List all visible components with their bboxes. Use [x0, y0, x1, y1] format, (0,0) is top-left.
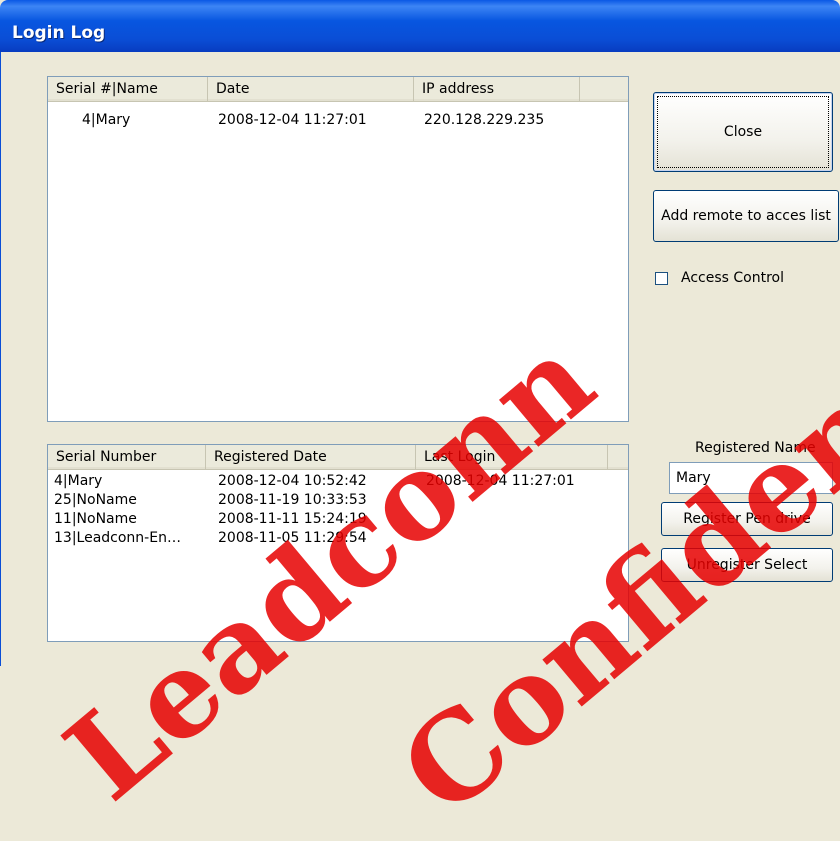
column-header-empty: [608, 445, 628, 469]
registered-name-input[interactable]: Mary: [669, 462, 833, 494]
table-row[interactable]: 4|Mary 2008-12-04 10:52:42 2008-12-04 11…: [48, 472, 628, 491]
registered-drives-list[interactable]: Serial Number Registered Date Last Login…: [47, 444, 629, 642]
cell-serial-name: 4|Mary: [82, 112, 131, 128]
column-header-serial-number[interactable]: Serial Number: [48, 445, 206, 469]
cell-registered-date: 2008-12-04 10:52:42: [218, 473, 367, 489]
add-remote-button-label: Add remote to acces list: [661, 208, 831, 224]
unregister-select-button[interactable]: Unregister Select: [661, 548, 833, 582]
column-header-empty: [580, 77, 628, 101]
cell-registered-date: 2008-11-05 11:29:54: [218, 530, 367, 546]
login-log-list[interactable]: Serial #|Name Date IP address 4|Mary 200…: [47, 76, 629, 422]
dialog-body: Serial #|Name Date IP address 4|Mary 200…: [0, 52, 840, 666]
table-row[interactable]: 11|NoName 2008-11-11 15:24:19: [48, 510, 628, 529]
register-pen-drive-button-label: Register Pen drive: [683, 511, 811, 527]
add-remote-button[interactable]: Add remote to acces list: [653, 190, 839, 242]
access-control-checkbox[interactable]: [655, 272, 668, 285]
cell-registered-date: 2008-11-11 15:24:19: [218, 511, 367, 527]
column-header-last-login[interactable]: Last Login: [416, 445, 608, 469]
cell-last-login: 2008-12-04 11:27:01: [426, 473, 575, 489]
cell-serial: 13|Leadconn-En…: [54, 530, 181, 546]
cell-registered-date: 2008-11-19 10:33:53: [218, 492, 367, 508]
cell-date: 2008-12-04 11:27:01: [218, 112, 367, 128]
table-row[interactable]: 25|NoName 2008-11-19 10:33:53: [48, 491, 628, 510]
column-header-registered-date[interactable]: Registered Date: [206, 445, 416, 469]
column-header-serial-name[interactable]: Serial #|Name: [48, 77, 208, 101]
login-log-header: Serial #|Name Date IP address: [48, 77, 628, 102]
registered-name-label: Registered Name: [695, 440, 816, 456]
cell-ip-address: 220.128.229.235: [424, 112, 545, 128]
column-header-date[interactable]: Date: [208, 77, 414, 101]
table-row[interactable]: 13|Leadconn-En… 2008-11-05 11:29:54: [48, 529, 628, 548]
cell-serial: 11|NoName: [54, 511, 137, 527]
window-title: Login Log: [12, 23, 106, 43]
register-pen-drive-button[interactable]: Register Pen drive: [661, 502, 833, 536]
title-bar[interactable]: Login Log: [0, 0, 840, 52]
access-control-label[interactable]: Access Control: [681, 270, 784, 286]
cell-serial: 4|Mary: [54, 473, 103, 489]
table-row[interactable]: 4|Mary 2008-12-04 11:27:01 220.128.229.2…: [48, 111, 628, 130]
focus-rectangle: [657, 96, 829, 168]
column-header-ip-address[interactable]: IP address: [414, 77, 580, 101]
registered-drives-header: Serial Number Registered Date Last Login: [48, 445, 628, 470]
unregister-select-button-label: Unregister Select: [686, 557, 808, 573]
cell-serial: 25|NoName: [54, 492, 137, 508]
close-button[interactable]: Close: [653, 92, 833, 172]
